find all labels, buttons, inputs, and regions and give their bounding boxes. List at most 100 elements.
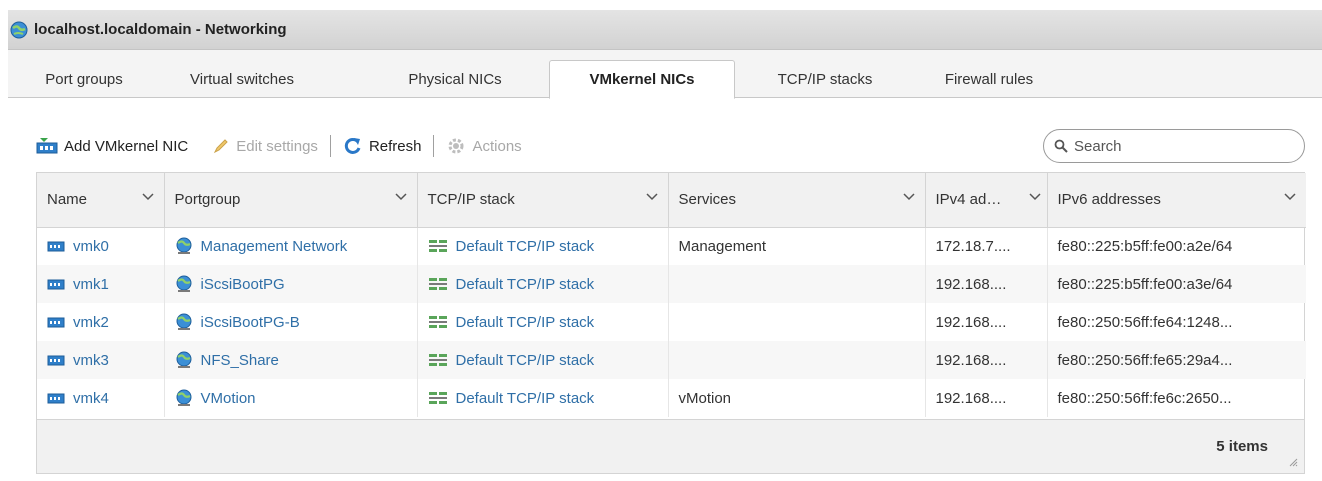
portgroup-link[interactable]: VMotion: [201, 390, 256, 407]
actions-label: Actions: [472, 137, 522, 155]
vmkernel-nics-table: Name Portgroup TCP/IP stack Services IPv…: [36, 172, 1306, 474]
portgroup-link[interactable]: iScsiBootPG: [201, 276, 285, 293]
column-header-name[interactable]: Name: [37, 173, 165, 228]
cell-ipv6: fe80::250:56ff:fe65:29a4...: [1047, 341, 1306, 379]
tcpip-stack-link[interactable]: Default TCP/IP stack: [456, 276, 595, 293]
cell-tcpip-stack[interactable]: Default TCP/IP stack: [417, 227, 669, 265]
nic-name-link[interactable]: vmk0: [73, 238, 109, 255]
cell-portgroup[interactable]: NFS_Share: [164, 341, 418, 379]
tab-port-groups[interactable]: Port groups: [26, 60, 142, 98]
tab-tcpip-stacks[interactable]: TCP/IP stacks: [746, 60, 904, 98]
cell-tcpip-stack[interactable]: Default TCP/IP stack: [417, 341, 669, 379]
edit-settings-button[interactable]: Edit settings: [212, 131, 318, 161]
table-header-row: Name Portgroup TCP/IP stack Services IPv…: [37, 173, 1306, 228]
refresh-label: Refresh: [368, 137, 422, 155]
refresh-icon: [343, 136, 363, 156]
cell-services: [668, 303, 926, 341]
cell-ipv6: fe80::225:b5ff:fe00:a3e/64: [1047, 265, 1306, 303]
cell-ipv4: 192.168....: [925, 341, 1048, 379]
tab-vmkernel-nics[interactable]: VMkernel NICs: [549, 60, 735, 99]
cell-name[interactable]: vmk1: [37, 265, 165, 303]
tcpip-stack-icon: [428, 354, 447, 366]
cell-ipv6: fe80::225:b5ff:fe00:a2e/64: [1057, 237, 1233, 255]
cell-services: Management: [668, 227, 926, 265]
tab-firewall-rules[interactable]: Firewall rules: [926, 60, 1052, 98]
nic-name-link[interactable]: vmk2: [73, 314, 109, 331]
chevron-down-icon: [902, 193, 915, 201]
cell-services: [668, 341, 926, 379]
table-row[interactable]: vmk3 NFS_Share Default TCP/IP stack 192.168…: [37, 341, 1306, 379]
column-header-ipv6[interactable]: IPv6 addresses: [1047, 173, 1306, 228]
tcpip-stack-link[interactable]: Default TCP/IP stack: [456, 390, 595, 407]
actions-button[interactable]: Actions: [446, 131, 522, 161]
cell-ipv4: 192.168....: [925, 265, 1048, 303]
table-footer: 5 items: [37, 419, 1304, 473]
cell-portgroup[interactable]: iScsiBootPG: [164, 265, 418, 303]
cell-name[interactable]: vmk3: [37, 341, 165, 379]
tcpip-stack-link[interactable]: Default TCP/IP stack: [456, 238, 595, 255]
portgroup-icon: [176, 275, 191, 292]
cell-tcpip-stack[interactable]: Default TCP/IP stack: [417, 303, 669, 341]
portgroup-link[interactable]: NFS_Share: [201, 352, 279, 369]
cell-tcpip-stack[interactable]: Default TCP/IP stack: [417, 265, 669, 303]
tab-physical-nics[interactable]: Physical NICs: [390, 60, 520, 98]
search-input[interactable]: [1074, 137, 1274, 155]
cell-tcpip-stack[interactable]: Default TCP/IP stack: [417, 379, 669, 417]
search-box[interactable]: [1043, 129, 1305, 163]
toolbar-separator: [433, 135, 435, 157]
table-row[interactable]: vmk4 VMotion Default TCP/IP stack vMotion 19…: [37, 379, 1306, 417]
item-count: 5 items: [1216, 438, 1268, 455]
portgroup-link[interactable]: Management Network: [201, 238, 348, 255]
column-header-portgroup[interactable]: Portgroup: [164, 173, 418, 228]
cell-portgroup[interactable]: Management Network: [164, 227, 418, 265]
cell-name[interactable]: vmk2: [37, 303, 165, 341]
window-titlebar: localhost.localdomain - Networking: [8, 10, 1322, 50]
column-header-services[interactable]: Services: [668, 173, 926, 228]
tab-bar: Port groups Virtual switches Physical NI…: [8, 50, 1322, 99]
chevron-down-icon: [1284, 193, 1296, 201]
toolbar-separator: [329, 135, 331, 157]
add-vmkernel-nic-button[interactable]: Add VMkernel NIC: [36, 131, 188, 161]
gear-icon: [446, 136, 466, 156]
nic-name-link[interactable]: vmk4: [73, 390, 109, 407]
cell-services: [668, 265, 926, 303]
tcpip-stack-icon: [428, 240, 447, 253]
column-header-ipv4[interactable]: IPv4 ad…: [925, 173, 1048, 228]
cell-ipv4: 192.168....: [925, 379, 1048, 417]
portgroup-link[interactable]: iScsiBootPG-B: [201, 314, 300, 331]
search-icon: [1054, 139, 1068, 153]
table-row[interactable]: vmk0 Management Network Default TCP/IP sta…: [37, 227, 1306, 265]
nic-icon: [47, 241, 65, 252]
portgroup-icon: [176, 351, 191, 368]
cell-portgroup[interactable]: iScsiBootPG-B: [164, 303, 418, 341]
cell-ipv6: fe80::250:56ff:fe64:1248...: [1057, 313, 1233, 331]
cell-portgroup[interactable]: VMotion: [164, 379, 418, 417]
cell-ipv6: fe80::250:56ff:fe6c:2650...: [1057, 389, 1232, 407]
nic-icon: [47, 393, 65, 404]
chevron-down-icon: [394, 193, 407, 201]
nic-name-link[interactable]: vmk3: [73, 352, 109, 369]
cell-name[interactable]: vmk0: [37, 227, 165, 265]
cell-name[interactable]: vmk4: [37, 379, 165, 417]
nic-name-link[interactable]: vmk1: [73, 276, 109, 293]
pencil-icon: [212, 137, 230, 155]
table-row[interactable]: vmk2 iScsiBootPG-B Default TCP/IP stack 192…: [37, 303, 1306, 341]
nic-icon: [47, 317, 65, 328]
cell-ipv4: 192.168....: [925, 303, 1048, 341]
refresh-button[interactable]: Refresh: [343, 131, 422, 161]
edit-settings-label: Edit settings: [236, 137, 318, 155]
chevron-down-icon: [141, 193, 154, 201]
nic-icon: [47, 279, 65, 290]
tcpip-stack-icon: [428, 392, 447, 404]
cell-ipv4: 172.18.7....: [925, 227, 1048, 265]
tcpip-stack-link[interactable]: Default TCP/IP stack: [456, 352, 595, 369]
tab-virtual-switches[interactable]: Virtual switches: [168, 60, 316, 98]
resize-grip-icon[interactable]: [1288, 457, 1298, 467]
table-row[interactable]: vmk1 iScsiBootPG Default TCP/IP stack 192.1…: [37, 265, 1306, 303]
column-header-tcpip-stack[interactable]: TCP/IP stack: [417, 173, 669, 228]
portgroup-icon: [176, 389, 191, 406]
add-vmkernel-nic-label: Add VMkernel NIC: [64, 137, 189, 155]
tcpip-stack-link[interactable]: Default TCP/IP stack: [456, 314, 595, 331]
nic-icon: [47, 355, 65, 366]
vmkernel-nic-icon: [36, 137, 58, 155]
